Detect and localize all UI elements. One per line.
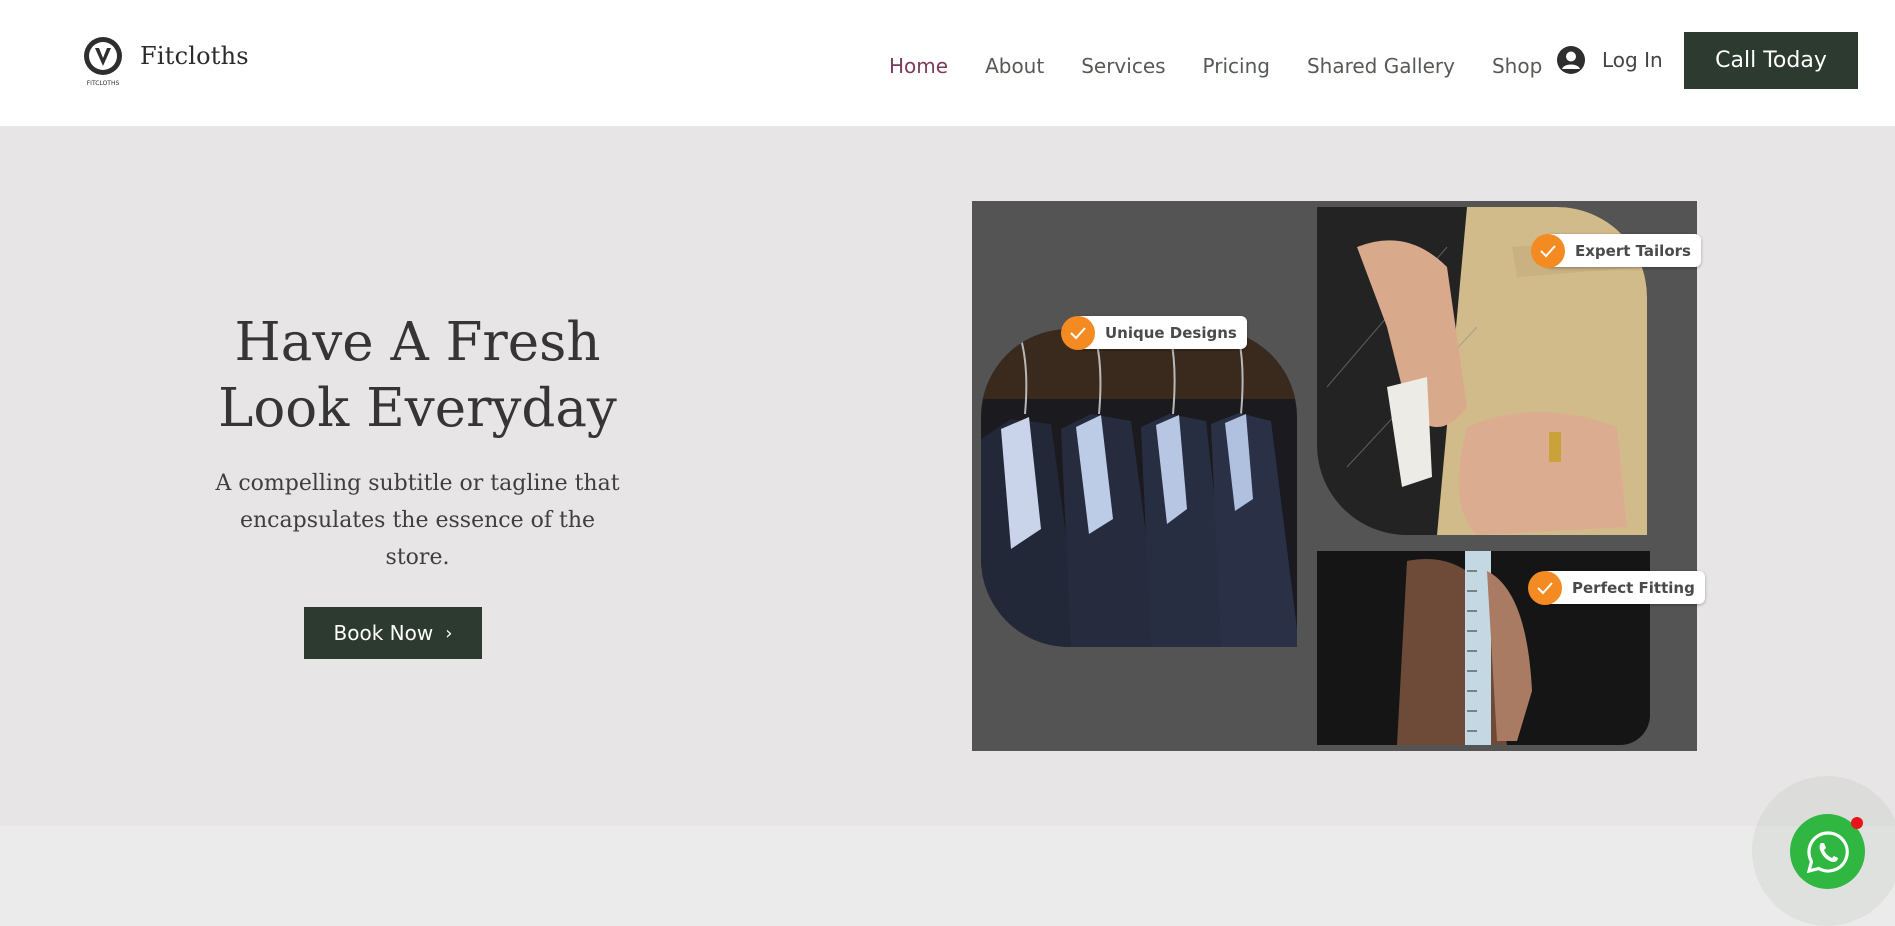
- login-link[interactable]: Log In: [1557, 46, 1663, 74]
- svg-text:FITCLOTHS: FITCLOTHS: [87, 80, 120, 87]
- suits-photo: [981, 329, 1297, 647]
- book-now-button[interactable]: Book Now ›: [304, 607, 482, 659]
- next-section: [0, 826, 1895, 898]
- nav-services[interactable]: Services: [1081, 54, 1165, 78]
- badge-unique-designs: Unique Designs: [1061, 315, 1247, 350]
- badge-expert-tailors: Expert Tailors: [1531, 233, 1701, 268]
- badge-label: Expert Tailors: [1575, 241, 1691, 260]
- whatsapp-icon: [1806, 830, 1849, 873]
- badge-label: Unique Designs: [1105, 323, 1237, 342]
- book-now-label: Book Now: [333, 621, 434, 645]
- brand-logo[interactable]: FITCLOTHS: [82, 36, 124, 88]
- badge-label: Perfect Fitting: [1572, 578, 1695, 597]
- services-collage: Unique Designs Expert Tailors Perfect Fi…: [972, 201, 1705, 751]
- notification-dot: [1851, 817, 1863, 829]
- check-icon: [1531, 233, 1565, 268]
- main-nav: Home About Services Pricing Shared Galle…: [889, 54, 1579, 78]
- call-today-button[interactable]: Call Today: [1684, 32, 1858, 89]
- hero-tagline: A compelling subtitle or tagline that en…: [215, 471, 620, 570]
- check-icon: [1061, 315, 1095, 350]
- brand-name[interactable]: Fitcloths: [140, 42, 249, 70]
- nav-shared-gallery[interactable]: Shared Gallery: [1307, 54, 1455, 78]
- login-label: Log In: [1602, 48, 1663, 72]
- chevron-right-icon: ›: [445, 622, 453, 644]
- badge-perfect-fitting: Perfect Fitting: [1528, 570, 1705, 605]
- nav-home[interactable]: Home: [889, 54, 948, 78]
- hero-section: Have A Fresh Look Everyday A compelling …: [0, 126, 1895, 826]
- nav-about[interactable]: About: [985, 54, 1044, 78]
- nav-pricing[interactable]: Pricing: [1203, 54, 1270, 78]
- user-circle-icon: [1557, 46, 1585, 74]
- check-icon: [1528, 570, 1562, 605]
- nav-shop[interactable]: Shop: [1492, 54, 1542, 78]
- site-header: FITCLOTHS Fitcloths Home About Services …: [0, 0, 1895, 126]
- hero-headline: Have A Fresh Look Everyday: [218, 312, 617, 439]
